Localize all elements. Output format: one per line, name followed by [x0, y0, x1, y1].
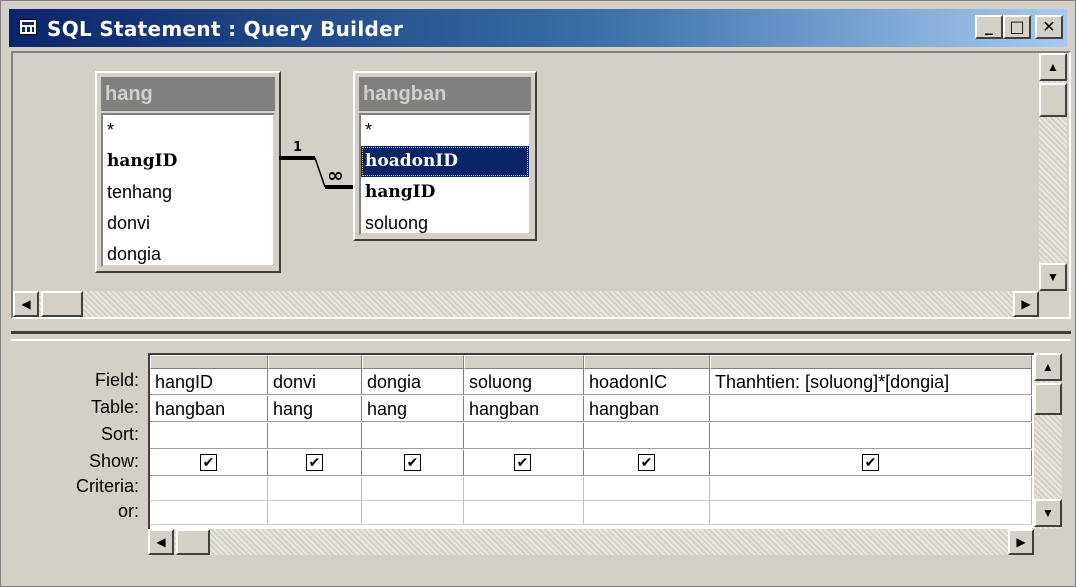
- table-cell[interactable]: hangban: [150, 396, 268, 422]
- show-checkbox[interactable]: ✔: [862, 454, 879, 471]
- scroll-left-button[interactable]: ◀: [13, 291, 39, 317]
- scroll-thumb[interactable]: [41, 291, 83, 317]
- or-cell[interactable]: [362, 501, 464, 525]
- table-cell[interactable]: hangban: [584, 396, 710, 422]
- field-cell[interactable]: Thanhtien: [soluong]*[dongia]: [710, 369, 1032, 395]
- show-checkbox[interactable]: ✔: [638, 454, 655, 471]
- column-selector[interactable]: [362, 355, 464, 369]
- scroll-thumb[interactable]: [1039, 83, 1067, 117]
- field-item-key[interactable]: hangID: [103, 146, 273, 177]
- diagram-pane[interactable]: hang * hangID tenhang donvi dongia 1 ∞ h…: [11, 51, 1071, 319]
- criteria-cell[interactable]: [268, 477, 362, 501]
- field-item[interactable]: soluong: [361, 208, 529, 239]
- column-selector[interactable]: [710, 355, 1032, 369]
- criteria-cell[interactable]: [710, 477, 1032, 501]
- table-title-hangban[interactable]: hangban: [359, 77, 531, 111]
- scroll-down-button[interactable]: ▼: [1039, 263, 1067, 291]
- diagram-horizontal-scrollbar[interactable]: ◀ ▶: [13, 291, 1039, 317]
- show-checkbox[interactable]: ✔: [404, 454, 421, 471]
- scroll-left-button[interactable]: ◀: [148, 529, 174, 555]
- query-builder-window: SQL Statement : Query Builder _ □ ✕ hang…: [0, 0, 1076, 587]
- column-selector[interactable]: [464, 355, 584, 369]
- table-cell[interactable]: hang: [362, 396, 464, 422]
- field-item[interactable]: tenhang: [103, 177, 273, 208]
- table-cell[interactable]: hangban: [464, 396, 584, 422]
- table-cell[interactable]: hang: [268, 396, 362, 422]
- app-icon: [19, 19, 37, 35]
- row-label-or: or:: [117, 501, 139, 521]
- row-label-criteria: Criteria:: [75, 476, 139, 496]
- or-cell[interactable]: [710, 501, 1032, 525]
- column-selector[interactable]: [150, 355, 268, 369]
- window-title: SQL Statement : Query Builder: [47, 17, 404, 41]
- criteria-cell[interactable]: [150, 477, 268, 501]
- scroll-right-button[interactable]: ▶: [1013, 291, 1039, 317]
- criteria-cell[interactable]: [464, 477, 584, 501]
- sort-cell[interactable]: [150, 423, 268, 449]
- table-title-hang[interactable]: hang: [101, 77, 275, 111]
- minimize-button[interactable]: _: [975, 15, 1003, 39]
- or-cell[interactable]: [464, 501, 584, 525]
- pane-splitter[interactable]: [11, 331, 1071, 341]
- scroll-thumb[interactable]: [1034, 383, 1062, 415]
- criteria-cell[interactable]: [362, 477, 464, 501]
- maximize-button[interactable]: □: [1003, 15, 1031, 39]
- field-list-hangban: * hoadonID hangID soluong: [359, 113, 531, 235]
- row-label-sort: Sort:: [100, 424, 139, 444]
- criteria-cell[interactable]: [584, 477, 710, 501]
- grid-horizontal-scrollbar[interactable]: ◀ ▶: [148, 529, 1034, 555]
- field-cell[interactable]: dongia: [362, 369, 464, 395]
- many-side-label: ∞: [327, 163, 344, 187]
- column-selector[interactable]: [584, 355, 710, 369]
- sort-cell[interactable]: [268, 423, 362, 449]
- field-cell[interactable]: hoadonIC: [584, 369, 710, 395]
- or-cell[interactable]: [268, 501, 362, 525]
- table-window-hang[interactable]: hang * hangID tenhang donvi dongia: [95, 71, 281, 273]
- scroll-right-button[interactable]: ▶: [1008, 529, 1034, 555]
- row-label-show: Show:: [88, 451, 139, 471]
- sort-cell[interactable]: [362, 423, 464, 449]
- table-cell[interactable]: [710, 396, 1032, 422]
- field-cell[interactable]: donvi: [268, 369, 362, 395]
- scroll-up-button[interactable]: ▲: [1034, 353, 1062, 381]
- column-selector[interactable]: [268, 355, 362, 369]
- scroll-thumb[interactable]: [176, 529, 210, 555]
- table-window-hangban[interactable]: hangban * hoadonID hangID soluong: [353, 71, 537, 241]
- field-item[interactable]: *: [361, 115, 529, 146]
- one-side-label: 1: [293, 140, 302, 155]
- field-item-key[interactable]: hangID: [361, 177, 529, 208]
- field-item[interactable]: *: [103, 115, 273, 146]
- scroll-up-button[interactable]: ▲: [1039, 53, 1067, 81]
- show-checkbox[interactable]: ✔: [306, 454, 323, 471]
- field-item-selected[interactable]: hoadonID: [361, 146, 529, 177]
- field-item[interactable]: donvi: [103, 208, 273, 239]
- title-bar[interactable]: SQL Statement : Query Builder _ □ ✕: [9, 9, 1067, 47]
- scroll-down-button[interactable]: ▼: [1034, 499, 1062, 527]
- row-label-field: Field:: [94, 370, 139, 390]
- relationship-line[interactable]: 1 ∞: [279, 133, 359, 193]
- diagram-vertical-scrollbar[interactable]: ▲ ▼: [1039, 53, 1067, 291]
- design-grid[interactable]: hangID donvi dongia soluong hoadonIC Tha…: [148, 353, 1034, 529]
- field-cell[interactable]: hangID: [150, 369, 268, 395]
- show-checkbox[interactable]: ✔: [200, 454, 217, 471]
- field-list-hang: * hangID tenhang donvi dongia: [101, 113, 275, 267]
- sort-cell[interactable]: [584, 423, 710, 449]
- field-item[interactable]: dongia: [103, 239, 273, 270]
- row-label-table: Table:: [90, 397, 139, 417]
- or-cell[interactable]: [150, 501, 268, 525]
- or-cell[interactable]: [584, 501, 710, 525]
- grid-vertical-scrollbar[interactable]: ▲ ▼: [1034, 353, 1062, 529]
- close-button[interactable]: ✕: [1035, 15, 1063, 39]
- sort-cell[interactable]: [464, 423, 584, 449]
- field-cell[interactable]: soluong: [464, 369, 584, 395]
- sort-cell[interactable]: [710, 423, 1032, 449]
- show-checkbox[interactable]: ✔: [514, 454, 531, 471]
